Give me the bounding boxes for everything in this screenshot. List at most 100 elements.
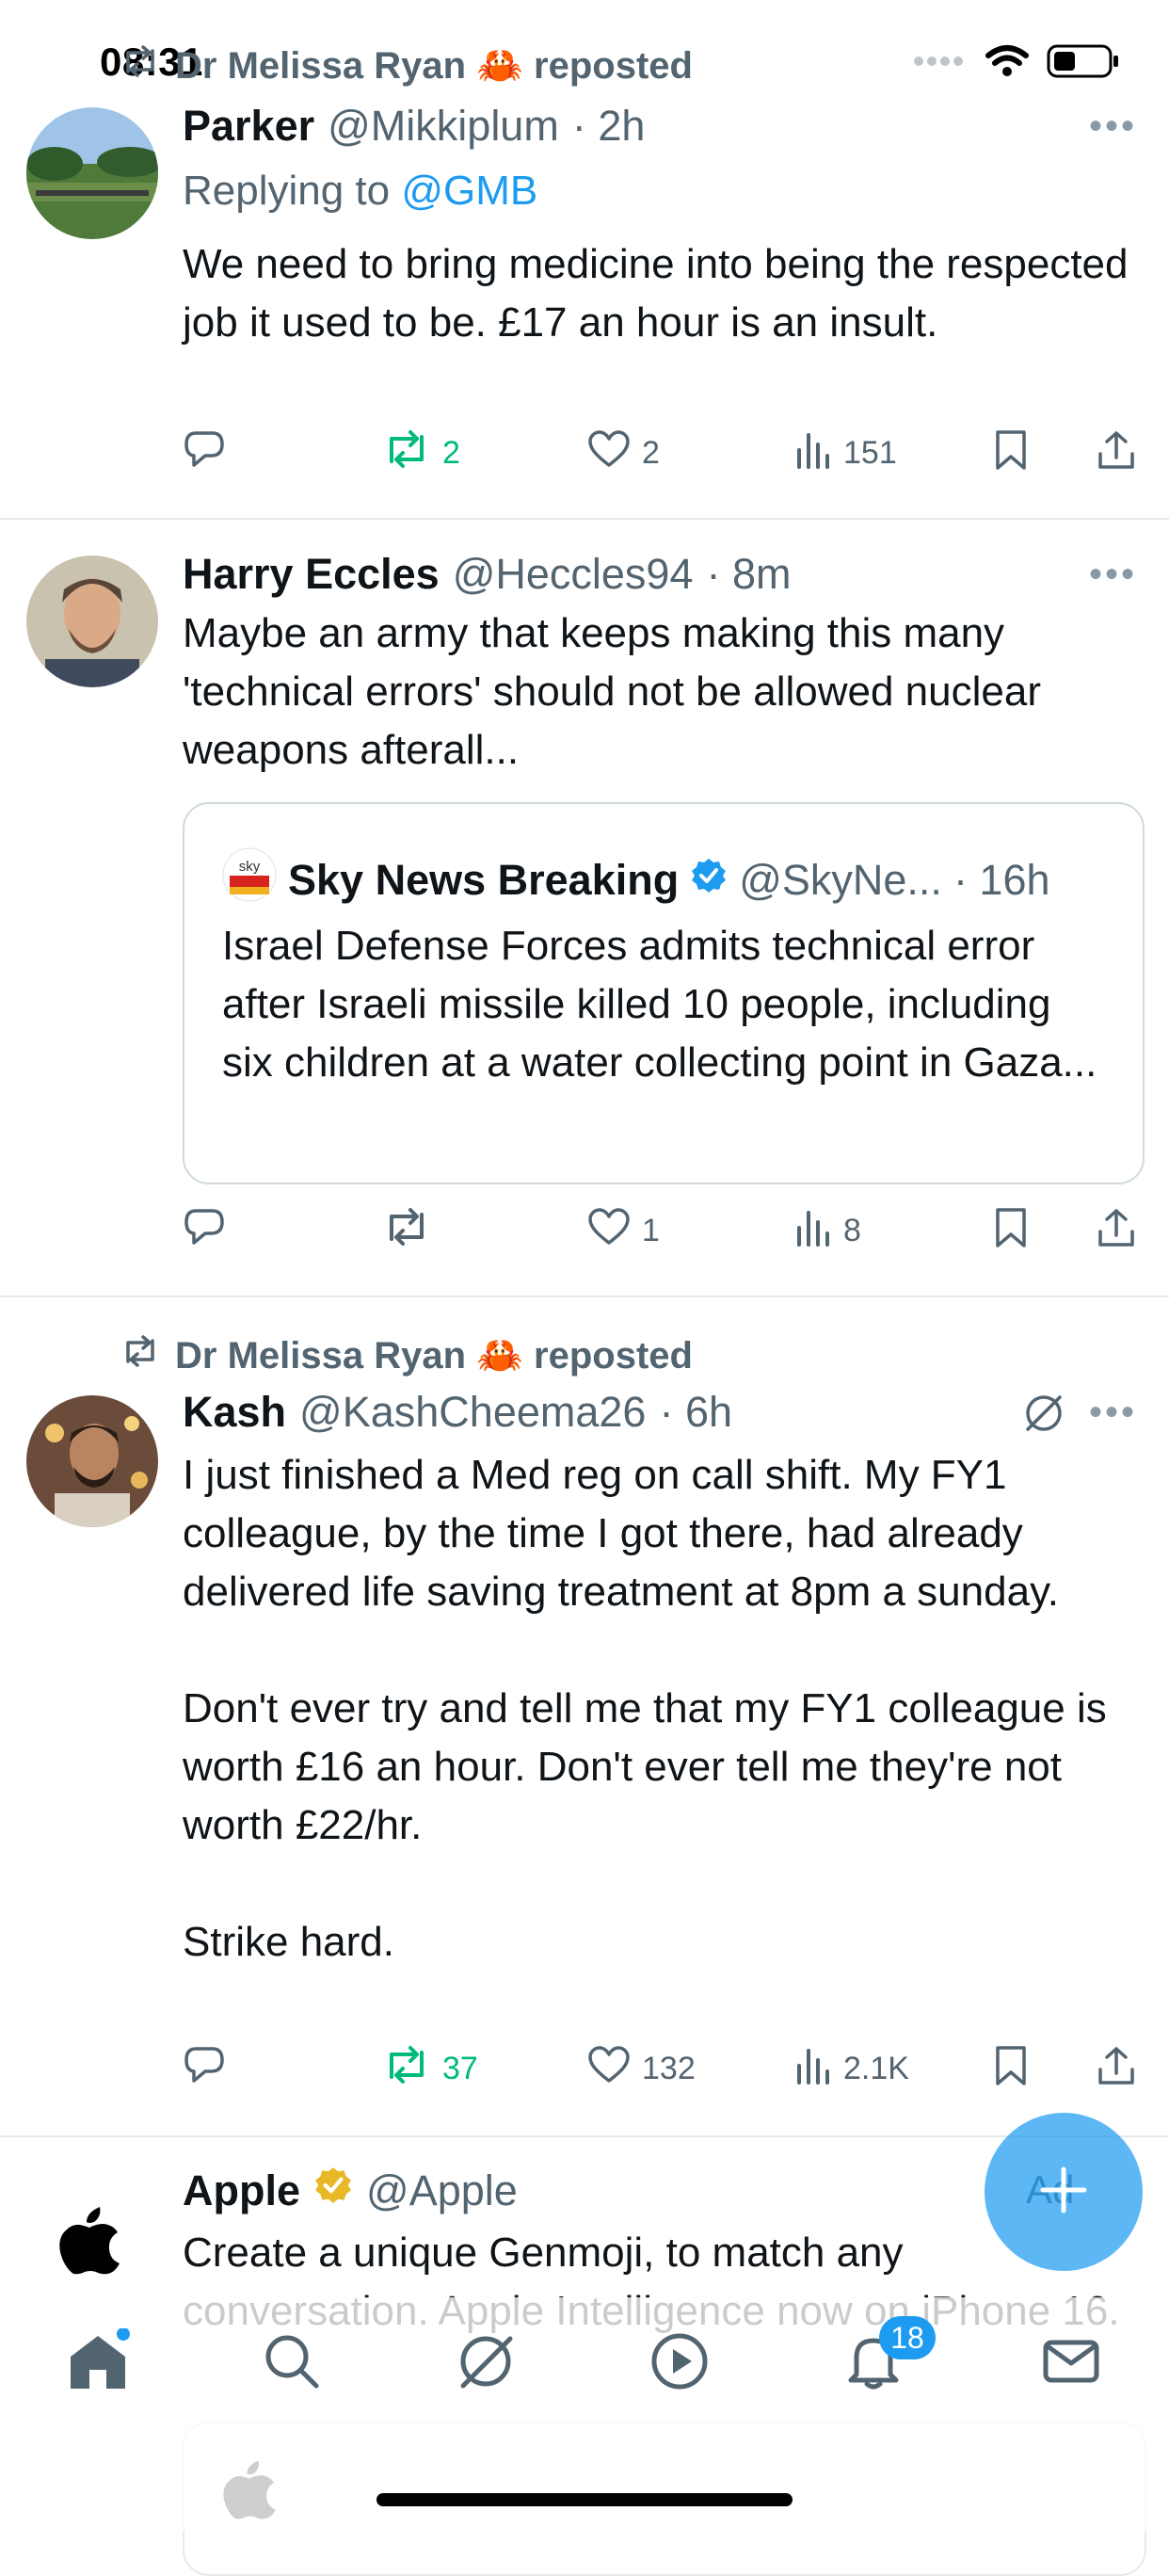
plus-icon <box>1035 2162 1092 2223</box>
avatar[interactable] <box>26 1395 158 1527</box>
replying-prefix: Replying to <box>183 168 391 214</box>
avatar[interactable] <box>26 107 158 239</box>
apple-logo-icon[interactable] <box>58 2203 120 2279</box>
wifi-icon <box>985 44 1030 83</box>
repost-indicator: Dr Melissa Ryan 🦀 reposted <box>120 43 693 88</box>
gold-verified-badge-icon <box>313 2165 353 2215</box>
repost-count: 2 <box>442 435 460 471</box>
share-button[interactable] <box>1096 1207 1137 1257</box>
author-handle[interactable]: @Mikkiplum <box>328 102 559 151</box>
views-button[interactable]: 151 <box>794 429 897 477</box>
signal-icon <box>913 55 968 72</box>
bookmark-button[interactable] <box>994 1207 1028 1257</box>
repost-indicator: Dr Melissa Ryan 🦀 reposted <box>120 1333 693 1377</box>
post-text: I just finished a Med reg on call shift.… <box>183 1452 1107 1965</box>
repost-button[interactable]: 37 <box>382 2045 478 2093</box>
views-button[interactable]: 8 <box>794 1207 861 1255</box>
search-icon <box>262 2331 322 2396</box>
quote-avatar-label: sky <box>239 859 261 875</box>
reply-icon <box>183 2045 226 2095</box>
share-button[interactable] <box>1096 429 1137 479</box>
repost-icon <box>120 1334 160 1377</box>
bookmark-button[interactable] <box>994 429 1028 479</box>
battery-icon <box>1047 43 1120 84</box>
post-header: Apple @Apple <box>183 2165 518 2215</box>
reply-icon <box>183 1207 226 1257</box>
heart-icon <box>587 429 631 477</box>
grok-icon[interactable] <box>1022 1392 1065 1440</box>
quote-author-handle[interactable]: @SkyNe... <box>739 856 942 905</box>
bookmark-icon <box>994 429 1028 479</box>
author-name[interactable]: Harry Eccles <box>183 550 440 599</box>
video-tab[interactable] <box>642 2326 717 2401</box>
avatar[interactable] <box>26 555 158 687</box>
more-options-icon[interactable]: ••• <box>1089 105 1137 148</box>
like-count: 132 <box>642 2051 696 2086</box>
repost-icon <box>382 2045 431 2093</box>
home-tab[interactable] <box>60 2326 136 2401</box>
repost-by-text: Dr Melissa Ryan 🦀 reposted <box>175 45 693 87</box>
home-icon <box>65 2326 131 2399</box>
repost-button[interactable]: 2 <box>382 429 460 477</box>
divider <box>0 518 1169 520</box>
more-options-icon[interactable]: ••• <box>1089 554 1137 596</box>
replying-mention[interactable]: @GMB <box>401 168 537 214</box>
repost-count: 37 <box>442 2051 478 2086</box>
quote-author-name[interactable]: Sky News Breaking <box>288 856 679 905</box>
quote-text: Israel Defense Forces admits technical e… <box>222 923 1097 1086</box>
view-count: 2.1K <box>843 2051 909 2086</box>
post-header: Parker @Mikkiplum · 2h <box>183 102 645 151</box>
views-icon <box>794 2045 832 2093</box>
quote-avatar[interactable]: sky <box>222 847 277 912</box>
like-button[interactable]: 2 <box>587 429 660 477</box>
action-bar: 37 132 2.1K <box>183 2045 1143 2101</box>
grok-tab[interactable] <box>448 2326 523 2401</box>
bookmark-button[interactable] <box>994 2045 1028 2095</box>
reply-button[interactable] <box>183 1207 226 1257</box>
bookmark-icon <box>994 1207 1028 1257</box>
author-name[interactable]: Parker <box>183 102 314 151</box>
reply-icon <box>183 429 226 479</box>
home-indicator[interactable] <box>376 2493 793 2506</box>
repost-icon <box>382 1207 431 1255</box>
share-icon <box>1096 429 1137 479</box>
notifications-badge: 18 <box>879 2316 936 2359</box>
post-header: Harry Eccles @Heccles94 · 8m <box>183 550 792 599</box>
divider <box>0 1296 1169 1297</box>
quote-time: · 16h <box>953 855 1050 904</box>
like-count: 1 <box>642 1213 660 1248</box>
replying-to: Replying to @GMB <box>183 168 537 215</box>
author-handle[interactable]: @Apple <box>366 2166 518 2215</box>
heart-icon <box>587 2045 631 2093</box>
more-options-icon[interactable]: ••• <box>1089 1392 1137 1434</box>
quoted-post[interactable]: sky Sky News Breaking @SkyNe... · 16h Is… <box>183 802 1145 1184</box>
divider <box>0 2135 1169 2137</box>
views-icon <box>794 429 832 477</box>
author-handle[interactable]: @Heccles94 <box>453 550 694 599</box>
repost-button[interactable] <box>382 1207 431 1255</box>
author-name[interactable]: Apple <box>183 2166 300 2215</box>
messages-tab[interactable] <box>1033 2326 1109 2401</box>
share-icon <box>1096 1207 1137 1257</box>
search-tab[interactable] <box>254 2326 329 2401</box>
author-handle[interactable]: @KashCheema26 <box>299 1388 646 1437</box>
repost-by-text: Dr Melissa Ryan 🦀 reposted <box>175 1335 693 1377</box>
post-time: · 2h <box>571 102 646 150</box>
compose-button[interactable] <box>985 2113 1143 2271</box>
author-name[interactable]: Kash <box>183 1388 286 1437</box>
action-bar: 2 2 151 <box>183 429 1143 486</box>
post-header: Kash @KashCheema26 · 6h <box>183 1388 732 1437</box>
grok-icon <box>456 2331 516 2396</box>
reply-button[interactable] <box>183 2045 226 2095</box>
like-button[interactable]: 132 <box>587 2045 696 2093</box>
post-text: Maybe an army that keeps making this man… <box>183 610 1053 773</box>
share-button[interactable] <box>1096 2045 1137 2095</box>
view-count: 151 <box>843 435 897 471</box>
view-count: 8 <box>843 1213 861 1248</box>
quote-header: sky Sky News Breaking @SkyNe... · 16h <box>222 847 1050 912</box>
like-count: 2 <box>642 435 660 471</box>
views-button[interactable]: 2.1K <box>794 2045 909 2093</box>
reply-button[interactable] <box>183 429 226 479</box>
play-icon <box>649 2331 710 2396</box>
like-button[interactable]: 1 <box>587 1207 660 1255</box>
